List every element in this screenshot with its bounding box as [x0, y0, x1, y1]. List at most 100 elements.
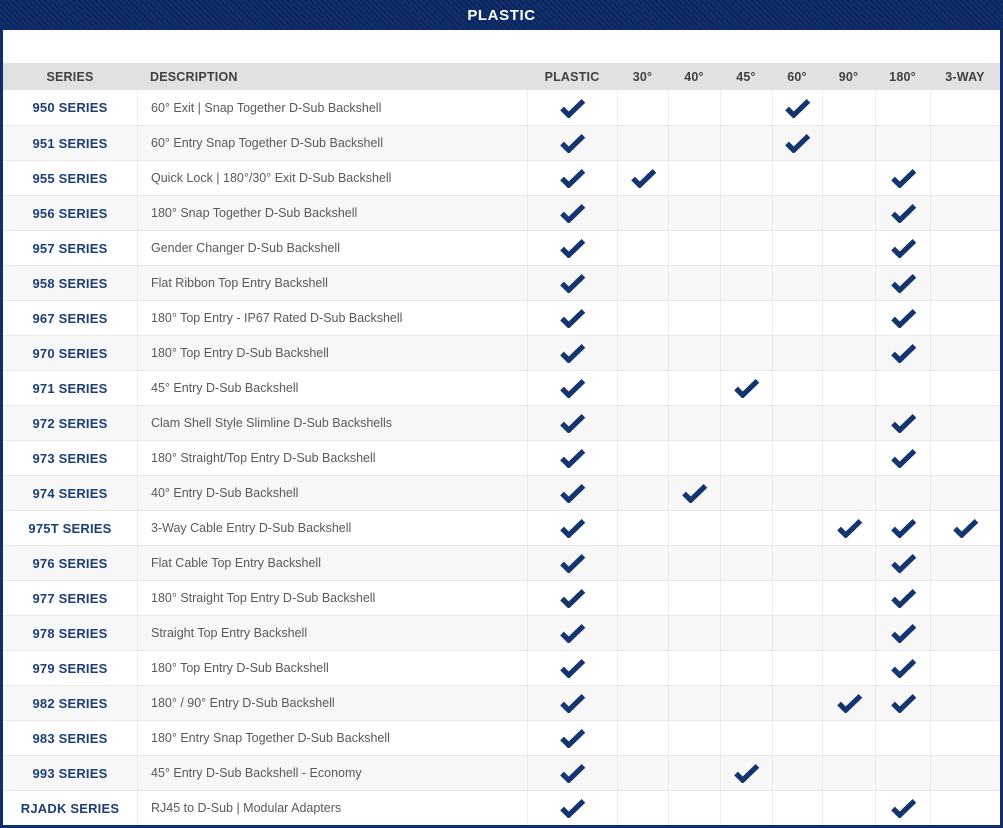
series-link[interactable]: 950 SERIES [3, 90, 137, 125]
check-cell [720, 441, 772, 475]
check-cell [527, 546, 617, 580]
check-cell [822, 371, 875, 405]
series-link[interactable]: 967 SERIES [3, 301, 137, 335]
check-cell [668, 791, 720, 825]
checkmark-icon [890, 448, 917, 468]
check-cell [930, 616, 1000, 650]
description-text: 180° Top Entry D-Sub Backshell [137, 651, 527, 685]
check-cell [930, 90, 1000, 125]
check-cell [617, 616, 668, 650]
checkmark-icon [559, 413, 586, 433]
check-cell [668, 301, 720, 335]
check-cell [617, 371, 668, 405]
checkmark-icon [559, 658, 586, 678]
check-cell [720, 756, 772, 790]
series-link[interactable]: 993 SERIES [3, 756, 137, 790]
check-cell [875, 581, 930, 615]
header-col-3-way: 3-WAY [930, 63, 1000, 90]
check-cell [668, 721, 720, 755]
category-banner: PLASTIC [0, 0, 1003, 30]
check-cell [527, 90, 617, 125]
series-link[interactable]: 976 SERIES [3, 546, 137, 580]
check-cell [617, 301, 668, 335]
description-text: Quick Lock | 180°/30° Exit D-Sub Backshe… [137, 161, 527, 195]
series-link[interactable]: 957 SERIES [3, 231, 137, 265]
description-text: 180° Top Entry D-Sub Backshell [137, 336, 527, 370]
check-cell [772, 266, 822, 300]
series-link[interactable]: 956 SERIES [3, 196, 137, 230]
check-cell [875, 126, 930, 160]
check-cell [875, 686, 930, 720]
check-cell [617, 546, 668, 580]
series-link[interactable]: 958 SERIES [3, 266, 137, 300]
check-cell [720, 581, 772, 615]
check-cell [668, 161, 720, 195]
check-cell [875, 616, 930, 650]
check-cell [527, 441, 617, 475]
check-cell [527, 511, 617, 545]
series-link[interactable]: 974 SERIES [3, 476, 137, 510]
check-cell [875, 546, 930, 580]
check-cell [930, 336, 1000, 370]
series-link[interactable]: 971 SERIES [3, 371, 137, 405]
check-cell [772, 196, 822, 230]
series-link[interactable]: 972 SERIES [3, 406, 137, 440]
checkmark-icon [890, 798, 917, 818]
check-cell [720, 721, 772, 755]
checkmark-icon [559, 728, 586, 748]
header-col-60-: 60° [772, 63, 822, 90]
check-cell [527, 266, 617, 300]
checkmark-icon [890, 693, 917, 713]
check-cell [822, 90, 875, 125]
check-cell [617, 721, 668, 755]
check-cell [617, 581, 668, 615]
check-cell [772, 476, 822, 510]
check-cell [617, 476, 668, 510]
check-cell [527, 336, 617, 370]
check-cell [772, 90, 822, 125]
check-cell [668, 511, 720, 545]
check-cell [617, 126, 668, 160]
check-cell [617, 441, 668, 475]
series-link[interactable]: 973 SERIES [3, 441, 137, 475]
checkmark-icon [890, 588, 917, 608]
series-link[interactable]: 955 SERIES [3, 161, 137, 195]
check-cell [720, 686, 772, 720]
series-table: SERIESDESCRIPTIONPLASTIC30°40°45°60°90°1… [3, 63, 1000, 825]
check-cell [930, 511, 1000, 545]
check-cell [772, 756, 822, 790]
series-link[interactable]: 970 SERIES [3, 336, 137, 370]
check-cell [772, 406, 822, 440]
check-cell [930, 161, 1000, 195]
series-link[interactable]: RJADK SERIES [3, 791, 137, 825]
check-cell [822, 546, 875, 580]
series-link[interactable]: 977 SERIES [3, 581, 137, 615]
check-cell [617, 651, 668, 685]
check-cell [822, 651, 875, 685]
check-cell [720, 476, 772, 510]
header-col-90-: 90° [822, 63, 875, 90]
checkmark-icon [890, 553, 917, 573]
plastic-backshell-selector-page: PLASTIC SERIESDESCRIPTIONPLASTIC30°40°45… [0, 0, 1003, 828]
description-text: 45° Entry D-Sub Backshell [137, 371, 527, 405]
check-cell [668, 266, 720, 300]
checkmark-icon [559, 763, 586, 783]
check-cell [875, 651, 930, 685]
check-cell [822, 581, 875, 615]
check-cell [720, 301, 772, 335]
checkmark-icon [559, 133, 586, 153]
checkmark-icon [890, 203, 917, 223]
series-link[interactable]: 951 SERIES [3, 126, 137, 160]
series-link[interactable]: 975T SERIES [3, 511, 137, 545]
check-cell [930, 231, 1000, 265]
check-cell [822, 441, 875, 475]
checkmark-icon [681, 483, 708, 503]
check-cell [875, 476, 930, 510]
series-link[interactable]: 983 SERIES [3, 721, 137, 755]
series-link[interactable]: 979 SERIES [3, 651, 137, 685]
checkmark-icon [559, 588, 586, 608]
series-link[interactable]: 982 SERIES [3, 686, 137, 720]
checkmark-icon [559, 98, 586, 118]
series-link[interactable]: 978 SERIES [3, 616, 137, 650]
check-cell [720, 161, 772, 195]
